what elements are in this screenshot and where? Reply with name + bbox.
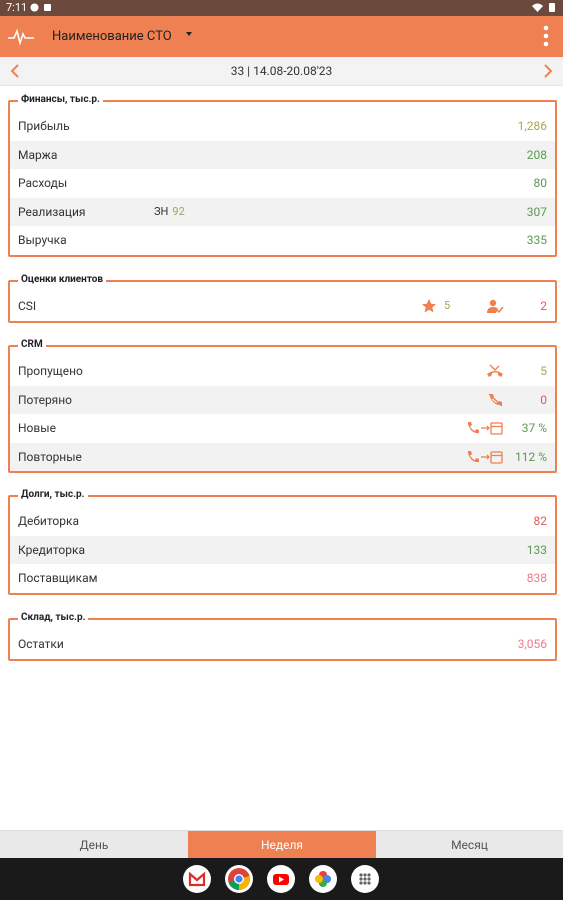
row-label: Кредиторка xyxy=(18,542,85,557)
tab-month[interactable]: Месяц xyxy=(376,831,563,859)
row-label: Маржа xyxy=(18,147,58,162)
finance-row-profit[interactable]: Прибыль 1,286 xyxy=(10,112,555,141)
crm-row-missed[interactable]: Пропущено 5 xyxy=(10,357,555,386)
row-label: Реализация xyxy=(18,204,86,219)
status-notification-icons xyxy=(30,2,52,12)
status-bar: 7:11 xyxy=(0,0,563,16)
missed-call-icon xyxy=(487,364,503,377)
work-orders-count: ЗН 92 xyxy=(154,205,185,218)
warehouse-section: Склад, тыс.р. Остатки 3,056 xyxy=(8,612,557,661)
call-to-calendar-icon xyxy=(468,422,503,435)
row-value: 838 xyxy=(526,571,547,585)
row-label: Новые xyxy=(18,421,56,435)
tab-day[interactable]: День xyxy=(0,831,188,859)
debt-row-suppliers[interactable]: Поставщикам 838 xyxy=(10,564,555,593)
row-value: 307 xyxy=(526,204,547,219)
csi-row[interactable]: CSI 5 2 xyxy=(10,292,555,321)
wifi-icon xyxy=(532,3,543,12)
pulse-icon[interactable] xyxy=(8,28,34,46)
row-label: Остатки xyxy=(18,637,64,651)
row-value: 208 xyxy=(526,147,547,162)
status-system-icons xyxy=(532,2,555,12)
row-value: 5 xyxy=(540,364,547,378)
row-value: 335 xyxy=(526,233,547,247)
row-label: Пропущено xyxy=(18,364,83,378)
row-label: Прибыль xyxy=(18,119,70,133)
user-check-icon xyxy=(487,299,504,313)
debts-title: Долги, тыс.р. xyxy=(18,489,88,500)
crm-row-repeat[interactable]: Повторные 112 % xyxy=(10,442,555,471)
app-toolbar: Наименование СТО xyxy=(0,16,563,57)
row-value: 133 xyxy=(526,542,547,557)
app-drawer-icon[interactable] xyxy=(351,865,379,893)
notification-icon xyxy=(30,2,39,12)
row-value: 37 % xyxy=(521,421,547,435)
more-vert-icon[interactable] xyxy=(543,25,549,47)
row-label: Дебиторка xyxy=(18,514,79,528)
finance-row-margin[interactable]: Маржа 208 xyxy=(10,140,555,169)
battery-icon xyxy=(549,3,555,12)
warehouse-row-stock[interactable]: Остатки 3,056 xyxy=(10,630,555,659)
finance-row-expenses[interactable]: Расходы 80 xyxy=(10,169,555,198)
status-time: 7:11 xyxy=(6,1,28,14)
crm-title: CRM xyxy=(18,339,46,350)
system-dock xyxy=(0,858,563,900)
chevron-down-icon[interactable] xyxy=(186,32,192,36)
debts-section: Долги, тыс.р. Дебиторка 82 Кредиторка 13… xyxy=(8,489,557,595)
row-label: Расходы xyxy=(18,176,68,190)
youtube-icon[interactable] xyxy=(267,865,295,893)
star-icon xyxy=(422,299,436,313)
ratings-title: Оценки клиентов xyxy=(18,274,107,285)
row-label: Потеряно xyxy=(18,392,73,407)
row-value: 3,056 xyxy=(517,637,547,651)
finance-row-sales[interactable]: Реализация ЗН 92 307 xyxy=(10,197,555,226)
ratings-section: Оценки клиентов CSI 5 2 xyxy=(8,274,557,323)
row-value: 112 % xyxy=(515,449,547,464)
period-bar: 33 | 14.08-20.08'23 xyxy=(0,57,563,86)
period-tabs: День Неделя Месяц xyxy=(0,830,563,859)
row-label: Выручка xyxy=(18,233,67,247)
finance-row-revenue[interactable]: Выручка 335 xyxy=(10,226,555,255)
station-selector-label[interactable]: Наименование СТО xyxy=(52,29,172,44)
finances-title: Финансы, тыс.р. xyxy=(18,94,103,105)
row-value: 80 xyxy=(533,176,548,190)
finances-section: Финансы, тыс.р. Прибыль 1,286 Маржа 208 … xyxy=(8,94,557,257)
work-orders-value: 92 xyxy=(172,204,185,218)
tab-week[interactable]: Неделя xyxy=(188,831,376,859)
debt-row-receivables[interactable]: Дебиторка 82 xyxy=(10,507,555,536)
debt-row-payables[interactable]: Кредиторка 133 xyxy=(10,535,555,564)
chrome-icon[interactable] xyxy=(225,865,253,893)
crm-section: CRM Пропущено 5 Потеряно 0 Новые 37 % По… xyxy=(8,339,557,473)
photos-icon[interactable] xyxy=(309,865,337,893)
chevron-right-icon[interactable] xyxy=(541,63,555,79)
lost-call-icon xyxy=(488,392,503,407)
gmail-icon[interactable] xyxy=(183,865,211,893)
notification-icon xyxy=(43,2,52,11)
work-orders-label: ЗН xyxy=(154,204,169,218)
period-label: 33 | 14.08-20.08'23 xyxy=(230,64,333,78)
crm-row-lost[interactable]: Потеряно 0 xyxy=(10,385,555,414)
crm-row-new[interactable]: Новые 37 % xyxy=(10,414,555,443)
stars-value: 5 xyxy=(444,299,451,312)
row-value: 1,286 xyxy=(517,119,547,133)
row-label: Поставщикам xyxy=(18,571,98,585)
csi-label: CSI xyxy=(18,299,37,313)
row-value: 0 xyxy=(540,392,547,407)
users-value: 2 xyxy=(540,299,547,313)
row-label: Повторные xyxy=(18,449,82,464)
call-to-calendar-icon xyxy=(468,450,503,464)
warehouse-title: Склад, тыс.р. xyxy=(18,612,89,623)
row-value: 82 xyxy=(533,514,548,528)
